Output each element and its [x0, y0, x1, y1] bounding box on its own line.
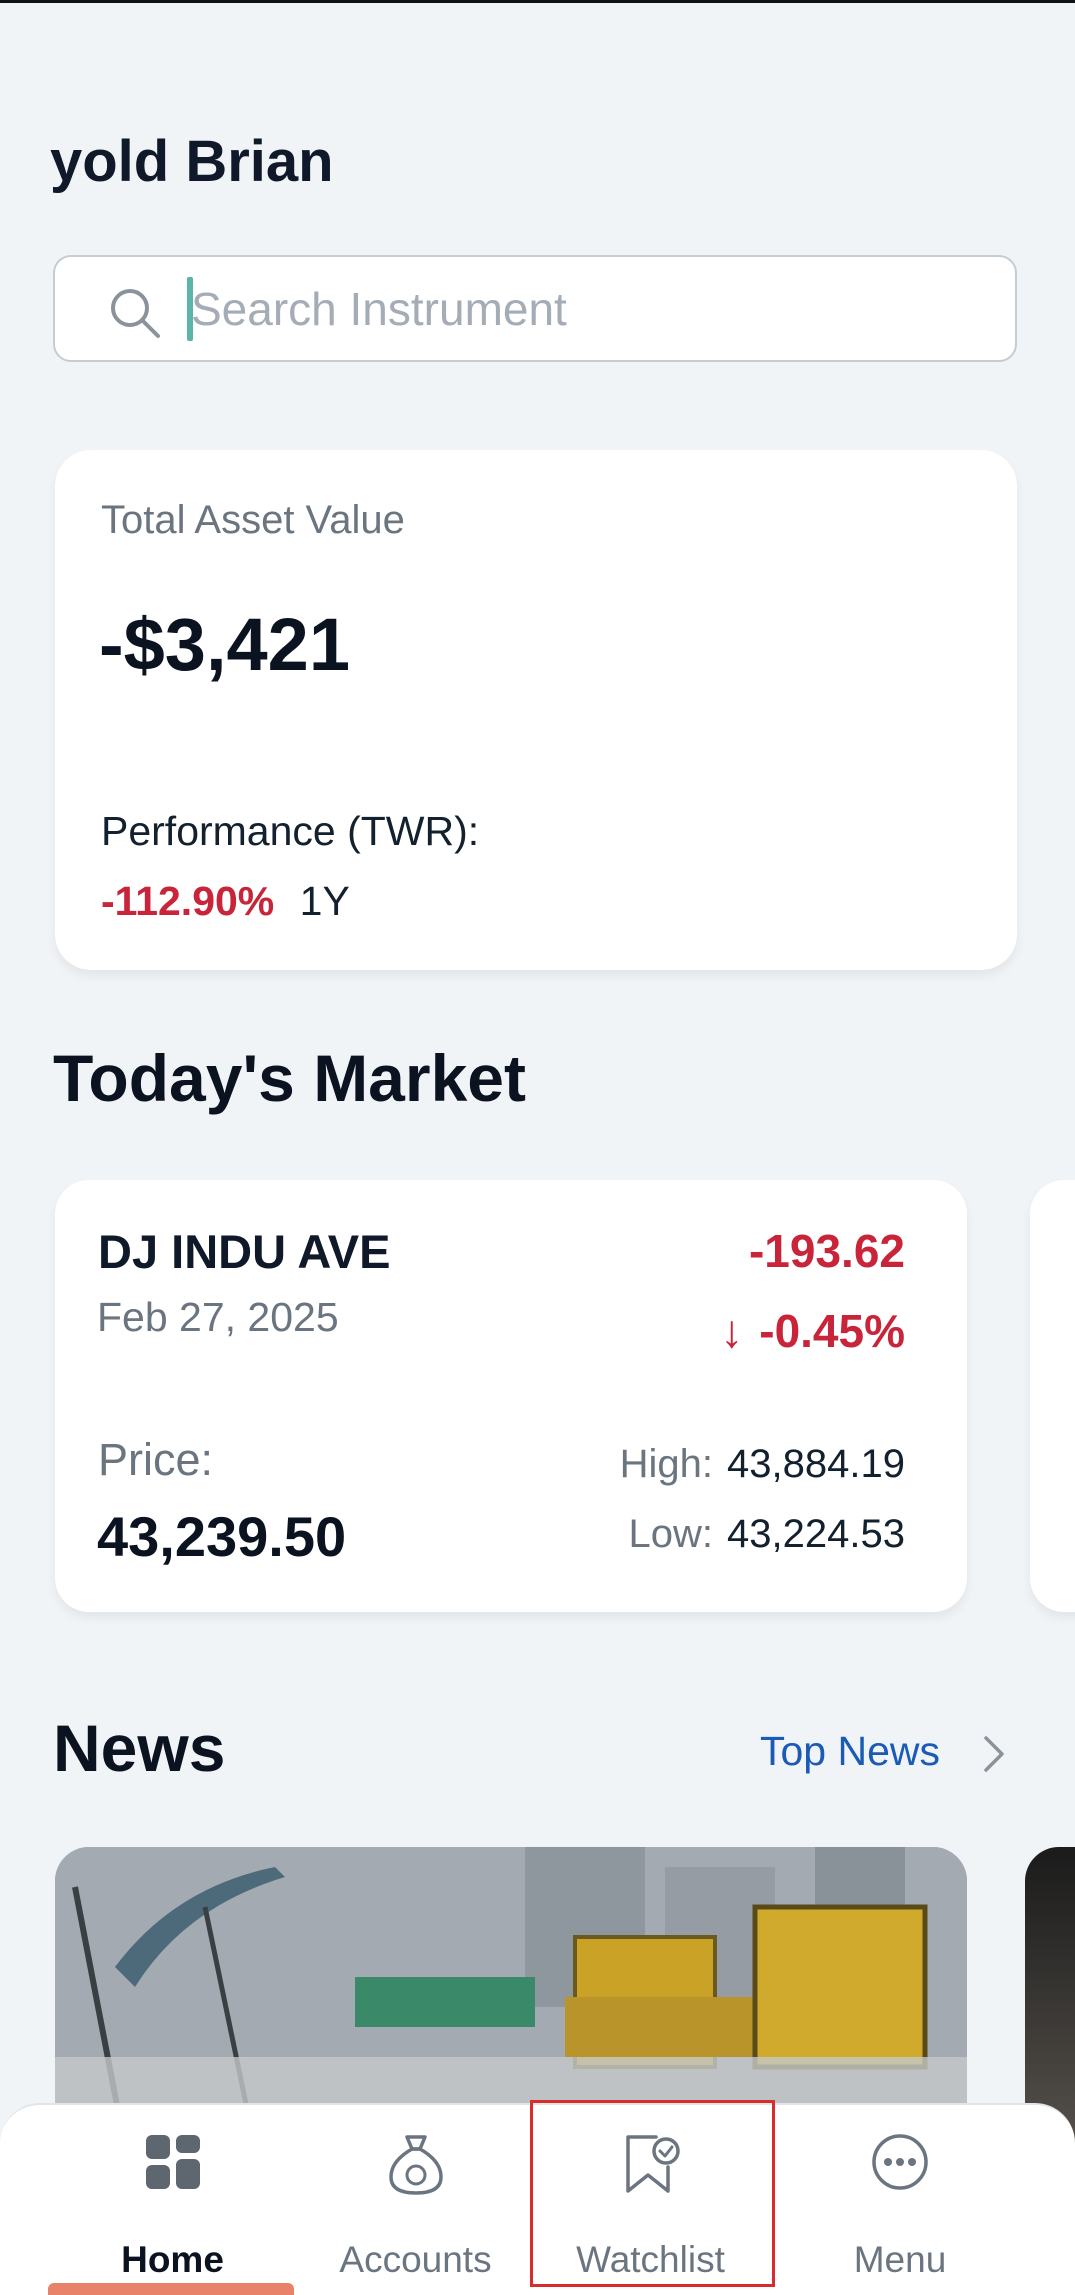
top-news-link[interactable]: Top News [760, 1728, 940, 1775]
nav-home-label: Home [121, 2239, 224, 2280]
nav-accounts[interactable]: Accounts [318, 2105, 513, 2295]
price-label: Price: [98, 1434, 214, 1485]
market-date: Feb 27, 2025 [97, 1294, 339, 1340]
money-bag-icon [388, 2135, 443, 2195]
performance-label: Performance (TWR): [101, 808, 480, 854]
total-asset-card[interactable]: Total Asset Value -$3,421 Performance (T… [55, 450, 1017, 970]
news-heading: News [53, 1711, 226, 1785]
more-icon [872, 2134, 928, 2190]
low-label: Low: [628, 1512, 714, 1556]
grid-icon [145, 2135, 200, 2189]
low-row: Low: 43,224.53 [629, 1512, 905, 1557]
todays-market-heading: Today's Market [53, 1041, 526, 1115]
top-rule [0, 0, 1075, 3]
low-value: 43,224.53 [727, 1512, 905, 1556]
greeting-title: yold Brian [50, 129, 334, 194]
price-change: -193.62 [748, 1225, 905, 1277]
news-photo-illustration [55, 1847, 967, 2147]
news-image-next[interactable] [1025, 1847, 1075, 2147]
performance-period: 1Y [299, 878, 350, 924]
price-value: 43,239.50 [97, 1505, 347, 1568]
search-bar[interactable] [53, 255, 1017, 362]
high-row: High: 43,884.19 [620, 1442, 905, 1487]
down-arrow-icon: ↓ [720, 1305, 744, 1357]
search-icon [111, 289, 160, 338]
nav-accounts-label: Accounts [339, 2239, 492, 2280]
search-input[interactable] [191, 271, 991, 347]
price-change-pct: ↓ -0.45% [720, 1304, 905, 1358]
performance-row: -112.90% 1Y [101, 878, 350, 925]
asset-label: Total Asset Value [101, 498, 405, 542]
chevron-right-icon[interactable] [980, 1732, 1010, 1776]
change-pct-value: -0.45% [759, 1305, 905, 1357]
nav-home[interactable]: Home [80, 2105, 265, 2295]
watchlist-highlight-box [530, 2100, 775, 2287]
high-value: 43,884.19 [727, 1442, 905, 1486]
news-image[interactable] [55, 1847, 967, 2147]
asset-value: -$3,421 [99, 603, 350, 686]
high-label: High: [619, 1442, 714, 1486]
instrument-name: DJ INDU AVE [98, 1225, 391, 1278]
nav-menu[interactable]: Menu [820, 2105, 980, 2295]
market-card-dj-indu-ave[interactable]: DJ INDU AVE Feb 27, 2025 -193.62 ↓ -0.45%… [55, 1180, 967, 1612]
performance-value: -112.90% [101, 878, 275, 924]
market-card-next[interactable] [1030, 1180, 1075, 1612]
nav-menu-label: Menu [853, 2239, 947, 2280]
active-tab-indicator [48, 2283, 294, 2295]
